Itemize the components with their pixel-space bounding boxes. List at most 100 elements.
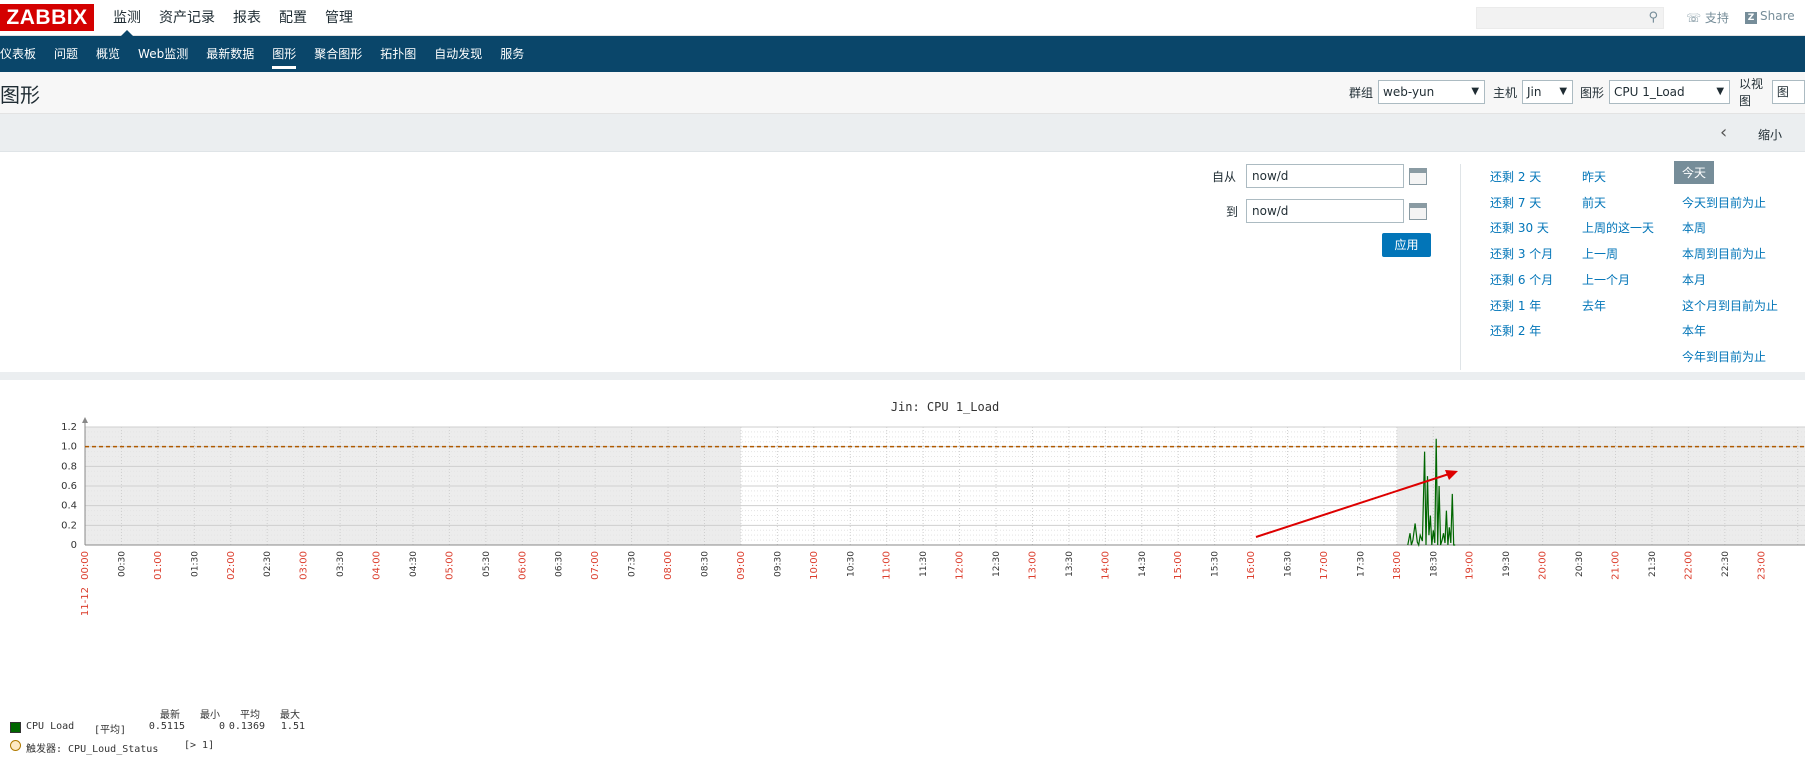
quick-range-link[interactable]: 还剩 30 天 [1490,219,1549,236]
sub-menu-item[interactable]: 仪表板 [0,36,45,72]
x-tick-label: 17:00 [1319,551,1330,580]
x-tick-label: 05:30 [482,551,492,577]
quick-range-link[interactable]: 本周 [1682,219,1706,236]
sub-menu-item[interactable]: 图形 [263,36,305,72]
quick-range-link[interactable]: 还剩 3 个月 [1490,245,1553,262]
support-link[interactable]: ☏ 支持 [1686,9,1729,26]
quick-range-link[interactable]: 本年 [1682,322,1706,339]
quick-range-link[interactable]: 今天到目前为止 [1682,194,1766,211]
quick-range-link[interactable]: 前天 [1582,194,1606,211]
group-select[interactable]: web-yun ▼ [1378,80,1486,104]
sub-menu: 仪表板 问题 概览 Web监测 最新数据 图形 聚合图形 拓扑图 自动发现 服务 [0,36,1805,72]
top-menu-item[interactable]: 资产记录 [150,0,224,36]
legend-column-header: 最小 [200,710,220,721]
x-tick-label: 13:30 [1065,551,1075,577]
x-tick-label: 20:00 [1538,551,1549,580]
zabbix-logo[interactable]: ZABBIX [0,4,94,31]
legend-value: 0 [218,721,225,732]
share-link[interactable]: Z Share [1745,9,1795,24]
chart-title: Jin: CPU 1_Load [891,400,999,414]
x-tick-label: 13:00 [1027,551,1038,580]
quick-range-link[interactable]: 这个月到目前为止 [1682,297,1778,314]
search-input[interactable]: ⚲ [1476,7,1664,29]
quick-range-link[interactable]: 上一周 [1582,245,1618,262]
legend-item-func: [平均] [94,725,127,736]
to-input[interactable]: now/d [1246,199,1404,223]
trigger-status-icon [10,740,21,751]
from-label: 自从 [1212,170,1237,184]
view-select[interactable]: 图形 [1771,80,1805,104]
x-tick-label: 15:30 [1211,551,1221,577]
filter-divider [1460,164,1461,370]
quick-range-link[interactable]: 还剩 6 个月 [1490,271,1553,288]
x-tick-label: 18:30 [1429,551,1439,577]
quick-range-link[interactable]: 还剩 2 天 [1490,168,1541,185]
sub-menu-item[interactable]: 自动发现 [425,36,491,72]
from-input[interactable]: now/d [1246,164,1404,188]
date-label: 11-12 [80,587,91,616]
to-label: 到 [1226,205,1239,219]
x-tick-label: 19:30 [1502,551,1512,577]
x-tick-label: 07:30 [628,551,638,577]
quick-range-link[interactable]: 本月 [1682,271,1706,288]
legend-value: 0.1369 [228,721,265,732]
x-tick-label: 00:00 [80,551,91,580]
host-select[interactable]: Jin ▼ [1522,80,1574,104]
x-tick-label: 16:30 [1284,551,1294,577]
top-menu-item[interactable]: 管理 [316,0,362,36]
quick-range-link[interactable]: 今天 [1674,161,1715,184]
sub-menu-item[interactable]: 概览 [87,36,129,72]
sub-menu-item[interactable]: 服务 [491,36,533,72]
quick-range-link[interactable]: 本周到目前为止 [1682,245,1766,262]
sub-menu-item[interactable]: 聚合图形 [305,36,371,72]
sub-menu-item[interactable]: 拓扑图 [371,36,425,72]
quick-range-link[interactable]: 还剩 7 天 [1490,194,1541,211]
x-tick-label: 02:00 [226,551,237,580]
view-value: 图形 [1776,85,1789,99]
y-tick-label: 1.2 [61,422,77,433]
x-tick-label: 02:30 [263,551,273,577]
calendar-icon[interactable] [1409,203,1427,220]
legend-values: 0.5115 0 0.1369 1.51 [145,721,305,732]
chevron-left-icon[interactable]: ‹ [1720,122,1727,143]
zoom-out-button[interactable]: 缩小 [1758,126,1782,143]
sub-menu-item[interactable]: Web监测 [129,36,197,72]
search-icon[interactable]: ⚲ [1648,10,1658,25]
x-tick-label: 12:00 [955,551,966,580]
x-tick-label: 11:00 [882,551,893,580]
quick-range-link[interactable]: 上周的这一天 [1582,219,1654,236]
sub-menu-item[interactable]: 最新数据 [197,36,263,72]
apply-button[interactable]: 应用 [1382,233,1431,257]
legend-column-header: 最新 [160,710,180,721]
y-tick-label: 0.4 [61,501,77,512]
x-tick-label: 06:30 [555,551,565,577]
x-tick-label: 21:00 [1611,551,1622,580]
graph-area: 0 0.2 0.4 0.6 0.8 1.0 1.2 00:00 00:30 01:00 01:30 0… [0,388,1805,759]
sub-menu-item[interactable]: 问题 [45,36,87,72]
x-tick-label: 21:30 [1648,551,1658,577]
quick-range-link[interactable]: 还剩 1 年 [1490,297,1541,314]
axis-arrow-icon [82,417,88,423]
top-menu-item[interactable]: 监测 [104,0,150,36]
calendar-icon[interactable] [1409,168,1427,185]
x-tick-label: 06:00 [517,551,528,580]
legend-column-header: 最大 [280,710,300,721]
graph-select[interactable]: CPU 1_Load ▼ [1609,80,1731,104]
quick-range-link[interactable]: 昨天 [1582,168,1606,185]
graph-value: CPU 1_Load [1614,85,1685,99]
top-menu-item[interactable]: 配置 [270,0,316,36]
x-tick-label: 15:00 [1173,551,1184,580]
legend-column-header: 平均 [240,710,260,721]
x-tick-label: 20:30 [1575,551,1585,577]
quick-range-link[interactable]: 今年到目前为止 [1682,348,1766,365]
cpu-load-chart: 0 0.2 0.4 0.6 0.8 1.0 1.2 00:00 00:30 01:00 01:30 0… [61,400,1805,616]
quick-range-link[interactable]: 还剩 2 年 [1490,322,1541,339]
quick-range-link[interactable]: 上一个月 [1582,271,1630,288]
x-tick-label: 18:00 [1392,551,1403,580]
top-menu-item[interactable]: 报表 [224,0,270,36]
x-tick-label: 17:30 [1356,551,1366,577]
y-tick-label: 0 [71,540,77,551]
x-tick-label: 01:00 [153,551,164,580]
quick-range-link[interactable]: 去年 [1582,297,1606,314]
host-value: Jin [1527,85,1542,99]
